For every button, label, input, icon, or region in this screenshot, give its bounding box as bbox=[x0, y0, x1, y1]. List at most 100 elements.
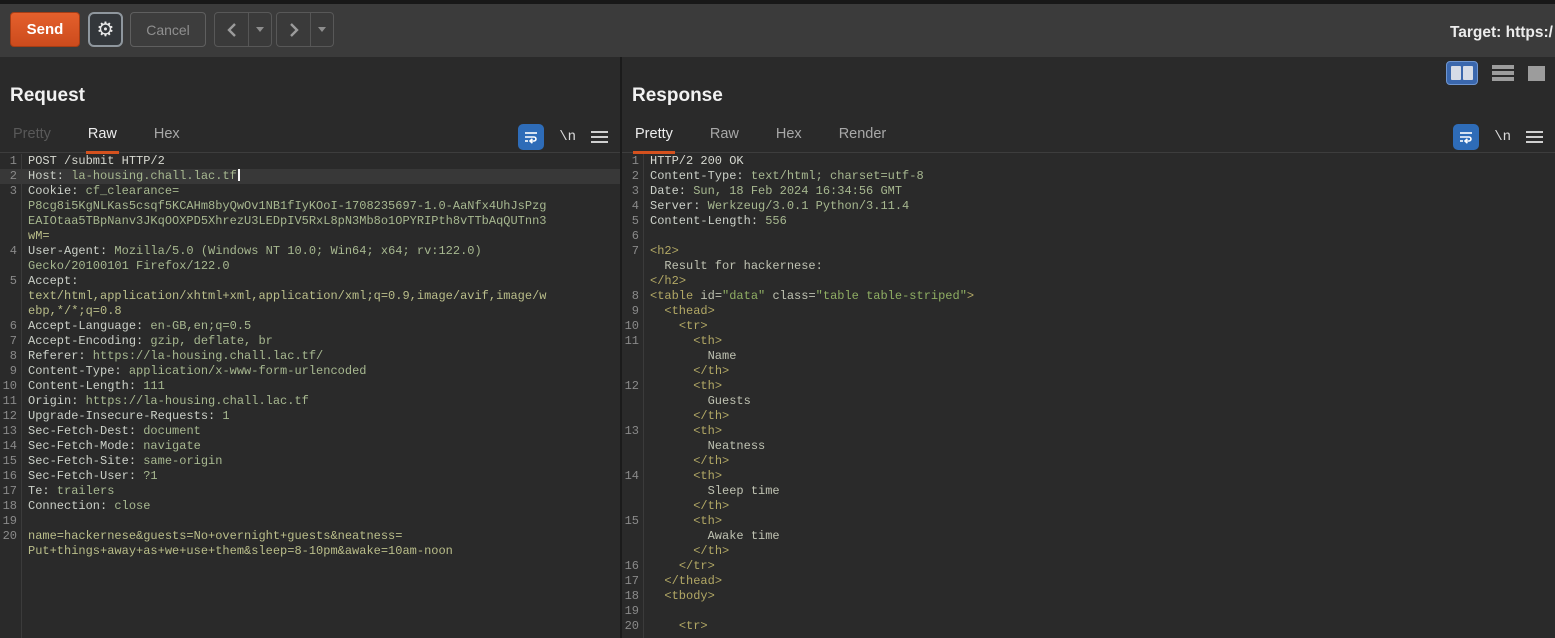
code-text: <thead> bbox=[643, 304, 715, 319]
code-line: 17 </thead> bbox=[622, 574, 1555, 589]
code-line: 7<h2> bbox=[622, 244, 1555, 259]
code-text: Date: Sun, 18 Feb 2024 16:34:56 GMT bbox=[643, 184, 902, 199]
tab-pretty[interactable]: Pretty bbox=[633, 126, 675, 154]
line-number: 15 bbox=[0, 454, 21, 469]
forward-dropdown-button[interactable] bbox=[310, 13, 333, 46]
code-line: Sleep time bbox=[622, 484, 1555, 499]
tab-raw[interactable]: Raw bbox=[708, 126, 741, 154]
code-text: </h2> bbox=[643, 274, 686, 289]
code-line: 5Accept: bbox=[0, 274, 620, 289]
code-text: Content-Type: text/html; charset=utf-8 bbox=[643, 169, 924, 184]
single-pane-view-button[interactable] bbox=[1528, 66, 1545, 81]
word-wrap-toggle-button[interactable] bbox=[518, 124, 544, 150]
line-number: 13 bbox=[0, 424, 21, 439]
line-number bbox=[622, 394, 643, 409]
show-newlines-button[interactable]: \n bbox=[559, 129, 576, 145]
line-number: 9 bbox=[0, 364, 21, 379]
line-number: 16 bbox=[0, 469, 21, 484]
word-wrap-toggle-button[interactable] bbox=[1453, 124, 1479, 150]
code-text: Awake time bbox=[643, 529, 780, 544]
code-text: <tr> bbox=[643, 619, 708, 634]
code-line: Neatness bbox=[622, 439, 1555, 454]
code-line: </th> bbox=[622, 409, 1555, 424]
code-text: Cookie: cf_clearance= bbox=[21, 184, 179, 199]
line-number bbox=[622, 544, 643, 559]
show-newlines-button[interactable]: \n bbox=[1494, 129, 1511, 145]
line-number: 20 bbox=[622, 619, 643, 634]
line-number: 5 bbox=[622, 214, 643, 229]
code-line: 6Accept-Language: en-GB,en;q=0.5 bbox=[0, 319, 620, 334]
code-line: 17Te: trailers bbox=[0, 484, 620, 499]
cancel-button[interactable]: Cancel bbox=[130, 12, 206, 47]
code-text: Name bbox=[643, 349, 736, 364]
code-text bbox=[643, 604, 650, 619]
code-line: 19 bbox=[622, 604, 1555, 619]
split-rows-view-button[interactable] bbox=[1492, 65, 1514, 82]
code-line: 3Date: Sun, 18 Feb 2024 16:34:56 GMT bbox=[622, 184, 1555, 199]
code-text: User-Agent: Mozilla/5.0 (Windows NT 10.0… bbox=[21, 244, 482, 259]
code-text: <th> bbox=[643, 379, 722, 394]
line-number: 12 bbox=[622, 379, 643, 394]
line-number: 19 bbox=[622, 604, 643, 619]
code-text: </th> bbox=[643, 544, 729, 559]
code-text: <h2> bbox=[643, 244, 679, 259]
tab-render[interactable]: Render bbox=[837, 126, 889, 154]
tab-hex[interactable]: Hex bbox=[152, 126, 182, 154]
code-line: 15Sec-Fetch-Site: same-origin bbox=[0, 454, 620, 469]
settings-button[interactable]: ⚙ bbox=[88, 12, 123, 47]
code-text: <th> bbox=[643, 469, 722, 484]
line-number: 14 bbox=[0, 439, 21, 454]
line-number: 2 bbox=[622, 169, 643, 184]
code-text: Put+things+away+as+we+use+them&sleep=8-1… bbox=[21, 544, 453, 559]
code-text: Origin: https://la-housing.chall.lac.tf bbox=[21, 394, 309, 409]
split-columns-view-button[interactable] bbox=[1446, 61, 1478, 85]
response-panel: Response PrettyRawHexRender \n 1HTTP/2 2… bbox=[622, 57, 1555, 638]
line-number: 15 bbox=[622, 514, 643, 529]
line-number: 1 bbox=[622, 154, 643, 169]
response-editor-toolbar: \n bbox=[1453, 124, 1543, 150]
code-text: Content-Length: 556 bbox=[643, 214, 787, 229]
code-line: 13 <th> bbox=[622, 424, 1555, 439]
code-text: </th> bbox=[643, 454, 729, 469]
code-text: </thead> bbox=[643, 574, 722, 589]
tab-raw[interactable]: Raw bbox=[86, 126, 119, 154]
line-number: 5 bbox=[0, 274, 21, 289]
code-line: 14Sec-Fetch-Mode: navigate bbox=[0, 439, 620, 454]
code-text: Referer: https://la-housing.chall.lac.tf… bbox=[21, 349, 323, 364]
history-forward-button[interactable] bbox=[276, 12, 334, 47]
line-number: 3 bbox=[0, 184, 21, 199]
history-back-button[interactable] bbox=[214, 12, 272, 47]
editor-menu-button[interactable] bbox=[591, 131, 608, 143]
line-number: 18 bbox=[0, 499, 21, 514]
code-line: 13Sec-Fetch-Dest: document bbox=[0, 424, 620, 439]
editor-menu-button[interactable] bbox=[1526, 131, 1543, 143]
code-text: Sleep time bbox=[643, 484, 780, 499]
code-text: Te: trailers bbox=[21, 484, 114, 499]
code-line: 20name=hackernese&guests=No+overnight+gu… bbox=[0, 529, 620, 544]
response-editor[interactable]: 1HTTP/2 200 OK2Content-Type: text/html; … bbox=[622, 154, 1555, 638]
code-line: 14 <th> bbox=[622, 469, 1555, 484]
line-number bbox=[622, 529, 643, 544]
code-text: </th> bbox=[643, 499, 729, 514]
code-text: Accept-Encoding: gzip, deflate, br bbox=[21, 334, 273, 349]
line-number: 16 bbox=[622, 559, 643, 574]
request-editor[interactable]: 1POST /submit HTTP/22Host: la-housing.ch… bbox=[0, 154, 620, 638]
dropdown-triangle-icon bbox=[256, 27, 264, 32]
line-number: 8 bbox=[0, 349, 21, 364]
request-editor-toolbar: \n bbox=[518, 124, 608, 150]
code-text: Sec-Fetch-User: ?1 bbox=[21, 469, 158, 484]
back-dropdown-button[interactable] bbox=[248, 13, 271, 46]
code-text: EAIOtaa5TBpNanv3JKqOOXPD5XhrezU3LEDpIV5R… bbox=[21, 214, 546, 229]
send-button[interactable]: Send bbox=[10, 12, 80, 47]
line-number: 4 bbox=[0, 244, 21, 259]
line-number: 7 bbox=[0, 334, 21, 349]
code-line: 10 <tr> bbox=[622, 319, 1555, 334]
code-line: 16 </tr> bbox=[622, 559, 1555, 574]
code-line: Put+things+away+as+we+use+them&sleep=8-1… bbox=[0, 544, 620, 559]
line-number: 6 bbox=[622, 229, 643, 244]
code-text: <th> bbox=[643, 424, 722, 439]
code-line: 11 <th> bbox=[622, 334, 1555, 349]
line-number: 17 bbox=[622, 574, 643, 589]
tab-hex[interactable]: Hex bbox=[774, 126, 804, 154]
code-line: 8<table id="data" class="table table-str… bbox=[622, 289, 1555, 304]
